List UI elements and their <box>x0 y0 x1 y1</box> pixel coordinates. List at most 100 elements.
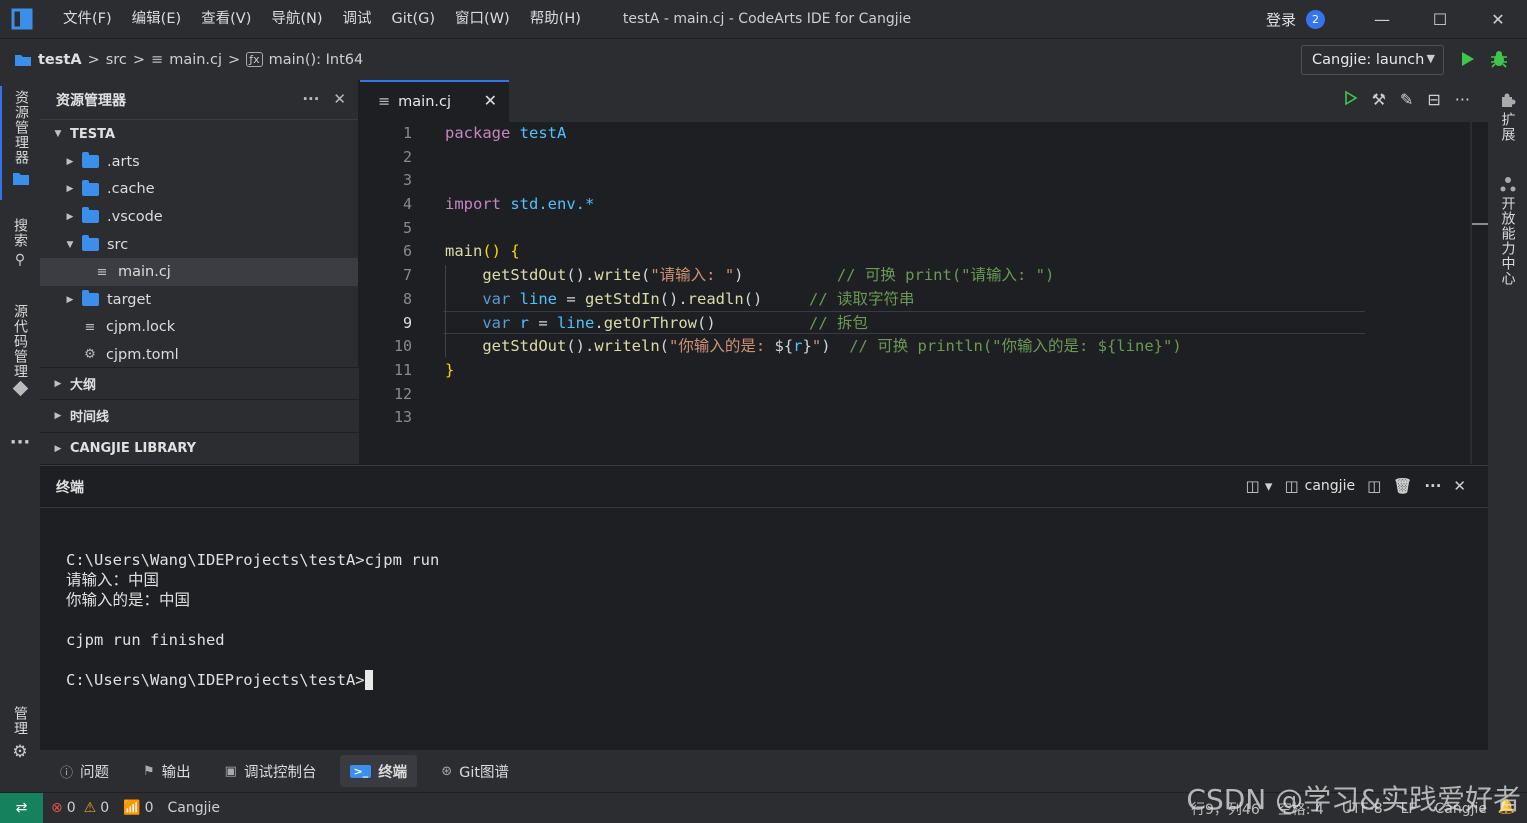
tree-item-cjpm-lock[interactable]: ≡ cjpm.lock <box>40 314 358 342</box>
close-icon[interactable]: ✕ <box>484 91 497 110</box>
menu-debug[interactable]: 调试 <box>333 0 382 38</box>
activity-explorer[interactable]: 资源管理器 <box>0 86 40 200</box>
activity-search-label: 搜索 <box>12 218 28 248</box>
remote-button[interactable]: ⇄ <box>0 792 43 823</box>
menu-view[interactable]: 查看(V) <box>191 0 261 38</box>
minimize-button[interactable]: — <box>1353 0 1411 38</box>
terminal-split-icon: ◫ <box>1284 477 1299 495</box>
tree-item-label: src <box>107 236 129 253</box>
tree-item-target[interactable]: ▶ target <box>40 286 358 314</box>
remote-icon: ⇄ <box>15 800 28 816</box>
folder-icon <box>82 290 99 307</box>
tree-item-cache[interactable]: ▶ .cache <box>40 176 358 204</box>
breadcrumb-file[interactable]: main.cj <box>169 52 222 68</box>
tree-item-cjpm-toml[interactable]: ⚙ cjpm.toml <box>40 341 358 364</box>
problems-status[interactable]: ⊗ 0 ⚠ 0 <box>51 800 109 816</box>
folder-icon <box>82 207 99 224</box>
editor-tab-bar: ≡ main.cj ✕ ⚒ ✎ ⊟ ··· <box>360 80 1488 122</box>
more-icon[interactable]: ··· <box>302 90 319 108</box>
more-icon[interactable]: ··· <box>1424 477 1441 495</box>
breadcrumb-folder[interactable]: src <box>106 52 127 68</box>
activity-bar-left: 资源管理器 搜索 ⚲ 源代码管理 ··· 管理 ⚙ <box>0 80 40 792</box>
run-icon[interactable] <box>1458 50 1476 68</box>
menu-git[interactable]: Git(G) <box>382 0 446 38</box>
activity-manage[interactable]: 管理 ⚙ <box>0 706 40 772</box>
maximize-button[interactable]: ☐ <box>1411 0 1469 38</box>
watermark: CSDN @学习&实践爱好者 <box>1186 783 1521 816</box>
app-logo-icon <box>11 8 33 30</box>
tab-label: main.cj <box>398 94 451 110</box>
terminal-output[interactable]: C:\Users\Wang\IDEProjects\testA>cjpm run… <box>66 550 439 690</box>
tool-tab-debug-console[interactable]: ▣ 调试控制台 <box>215 755 327 787</box>
section-timeline[interactable]: ▶ 时间线 <box>40 399 359 431</box>
menu-navigate[interactable]: 导航(N) <box>261 0 332 38</box>
section-outline[interactable]: ▶ 大纲 <box>40 367 359 399</box>
run-outline-icon[interactable] <box>1342 90 1358 106</box>
tool-tab-output[interactable]: ⚑ 输出 <box>133 755 201 787</box>
tab-main-cj[interactable]: ≡ main.cj ✕ <box>360 80 509 122</box>
close-icon[interactable]: ✕ <box>333 90 346 108</box>
more-icon[interactable]: ··· <box>1455 90 1470 109</box>
notification-badge[interactable]: 2 <box>1306 9 1325 29</box>
run-config-select[interactable]: Cangjie: launch ▼ <box>1301 45 1444 75</box>
build-hammer-icon[interactable]: ⚒ <box>1372 90 1386 109</box>
close-window-button[interactable]: ✕ <box>1469 0 1527 38</box>
folder-icon <box>13 173 29 185</box>
minimap[interactable] <box>1470 122 1472 464</box>
maximize-icon: ☐ <box>1432 9 1448 29</box>
language-label: Cangjie <box>167 800 221 816</box>
tree-item-vscode[interactable]: ▶ .vscode <box>40 203 358 231</box>
activity-source-control[interactable]: 源代码管理 <box>0 304 40 412</box>
minimize-icon: — <box>1374 9 1390 29</box>
line-number: 12 <box>393 384 412 403</box>
edit-pencil-icon[interactable]: ✎ <box>1400 90 1413 109</box>
tool-tab-problems[interactable]: ⓘ 问题 <box>50 755 119 787</box>
terminal-instance[interactable]: ◫ cangjie <box>1284 477 1355 495</box>
tool-tab-terminal[interactable]: >_ 终端 <box>340 755 418 787</box>
menu-file[interactable]: 文件(F) <box>53 0 122 38</box>
debug-bug-icon[interactable] <box>1489 49 1509 69</box>
chevron-right-icon: > <box>132 51 146 68</box>
close-icon: ✕ <box>1491 9 1505 29</box>
code-content[interactable]: package testA import std.env.* main() { … <box>445 122 1465 430</box>
menu-help[interactable]: 帮助(H) <box>520 0 591 38</box>
menu-edit[interactable]: 编辑(E) <box>122 0 191 38</box>
code-editor[interactable]: 1 2 3 4 5 6 7 8 9 10 11 12 13 package testA import s… <box>360 122 1488 464</box>
title-bar: 文件(F) 编辑(E) 查看(V) 导航(N) 调试 Git(G) 窗口(W) … <box>0 0 1527 38</box>
tree-item-main-cj[interactable]: ≡ main.cj <box>40 258 358 286</box>
activity-open-center[interactable]: 开放能力中心 <box>1488 176 1527 286</box>
breadcrumb-symbol[interactable]: main(): Int64 <box>269 52 364 68</box>
tree-root[interactable]: ▼ TESTA <box>40 120 358 148</box>
section-label: 大纲 <box>70 378 97 393</box>
activity-search[interactable]: 搜索 ⚲ <box>0 218 40 282</box>
terminal-line: 请输入：中国 <box>66 571 160 589</box>
activity-manage-label: 管理 <box>12 706 28 736</box>
language-status[interactable]: Cangjie <box>168 800 221 816</box>
terminal-prompt: C:\Users\Wang\IDEProjects\testA> <box>66 671 365 689</box>
tree-item-arts[interactable]: ▶ .arts <box>40 148 358 176</box>
tree-item-src[interactable]: ▼ src <box>40 231 358 259</box>
broadcast-status[interactable]: 📶 0 <box>123 800 153 816</box>
trash-icon[interactable]: 🗑 <box>1393 477 1412 495</box>
menu-bar: 文件(F) 编辑(E) 查看(V) 导航(N) 调试 Git(G) 窗口(W) … <box>53 0 591 38</box>
login-button[interactable]: 登录 <box>1266 9 1296 30</box>
line-number: 11 <box>393 360 412 379</box>
menu-window[interactable]: 窗口(W) <box>445 0 520 38</box>
file-tree: ▶ .arts ▶ .cache ▶ .vscode ▼ src ≡ main.… <box>40 148 358 364</box>
tool-tab-git-graph[interactable]: ⊛ Git图谱 <box>431 755 519 787</box>
new-terminal-split-icon[interactable]: ◫ ▾ <box>1246 477 1273 495</box>
split-editor-icon[interactable]: ⊟ <box>1427 90 1440 109</box>
file-lines-icon: ≡ <box>378 94 391 110</box>
close-icon[interactable]: ✕ <box>1453 477 1466 495</box>
more-icon[interactable]: ··· <box>0 432 40 453</box>
puzzle-icon <box>1501 93 1515 107</box>
activity-extensions[interactable]: 扩展 <box>1488 92 1527 142</box>
section-label: CANGJIE LIBRARY <box>70 441 197 456</box>
terminal-line: C:\Users\Wang\IDEProjects\testA>cjpm run <box>66 551 440 569</box>
breadcrumb-project[interactable]: testA <box>38 52 82 68</box>
split-terminal-icon[interactable]: ◫ <box>1367 477 1381 495</box>
section-cangjie-library[interactable]: ▶ CANGJIE LIBRARY <box>40 432 359 464</box>
gear-icon: ⚙ <box>84 347 96 363</box>
